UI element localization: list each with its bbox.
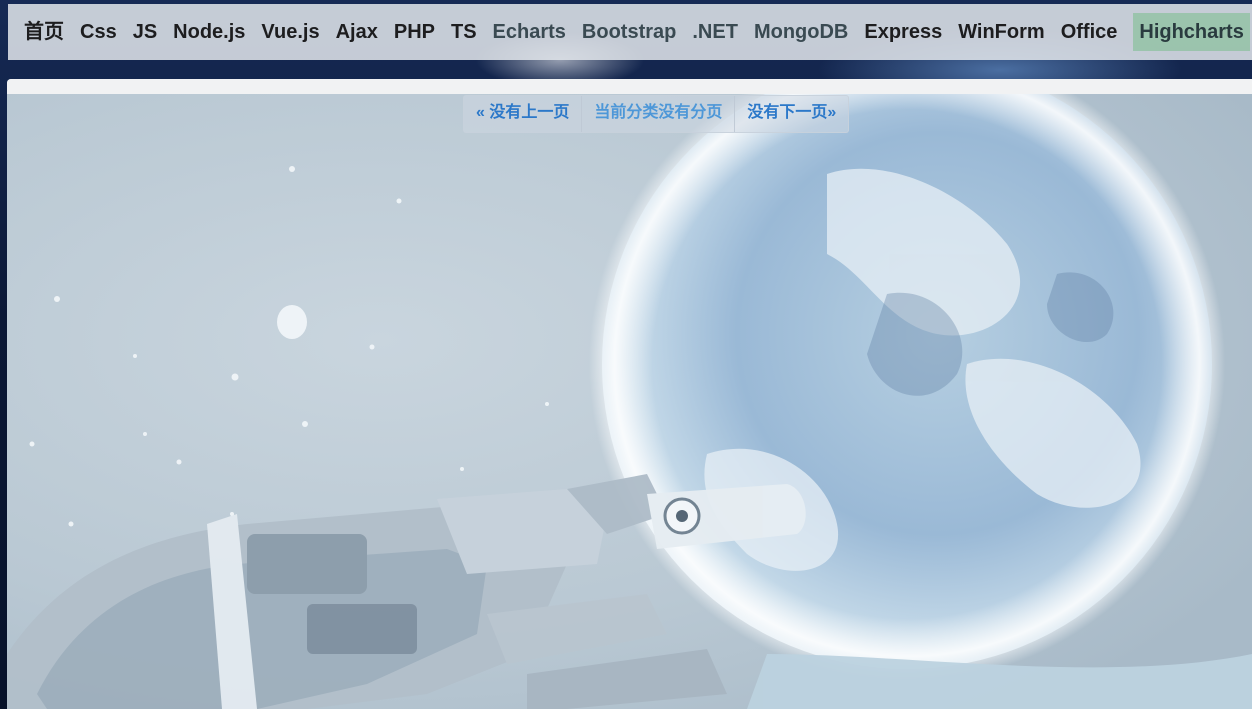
nav-item-vuejs[interactable]: Vue.js <box>253 13 327 51</box>
nav-item-php[interactable]: PHP <box>386 13 443 51</box>
pagination: « 没有上一页 当前分类没有分页 没有下一页» <box>463 95 850 133</box>
pager-current-label: 当前分类没有分页 <box>581 96 734 132</box>
astronaut-earth-illustration <box>7 94 1252 709</box>
nav-item-ajax[interactable]: Ajax <box>328 13 386 51</box>
panel-header-strip <box>7 79 1252 94</box>
top-navigation: 首页 Css JS Node.js Vue.js Ajax PHP TS Ech… <box>8 4 1252 60</box>
pager-prev-link[interactable]: « 没有上一页 <box>464 96 581 132</box>
nav-item-mongodb[interactable]: MongoDB <box>746 13 856 51</box>
nav-item-office[interactable]: Office <box>1053 13 1126 51</box>
nav-item-home[interactable]: 首页 <box>16 13 72 51</box>
nav-item-css[interactable]: Css <box>72 13 125 51</box>
nav-item-echarts[interactable]: Echarts <box>485 13 574 51</box>
nav-item-bootstrap[interactable]: Bootstrap <box>574 13 684 51</box>
nav-item-nodejs[interactable]: Node.js <box>165 13 253 51</box>
nav-item-express[interactable]: Express <box>856 13 950 51</box>
content-panel <box>7 79 1252 709</box>
nav-item-dotnet[interactable]: .NET <box>684 13 746 51</box>
nav-item-highcharts[interactable]: Highcharts <box>1133 13 1250 51</box>
nav-item-js[interactable]: JS <box>125 13 165 51</box>
pager-next-link[interactable]: 没有下一页» <box>734 96 848 132</box>
nav-item-winform[interactable]: WinForm <box>950 13 1052 51</box>
nav-item-ts[interactable]: TS <box>443 13 485 51</box>
